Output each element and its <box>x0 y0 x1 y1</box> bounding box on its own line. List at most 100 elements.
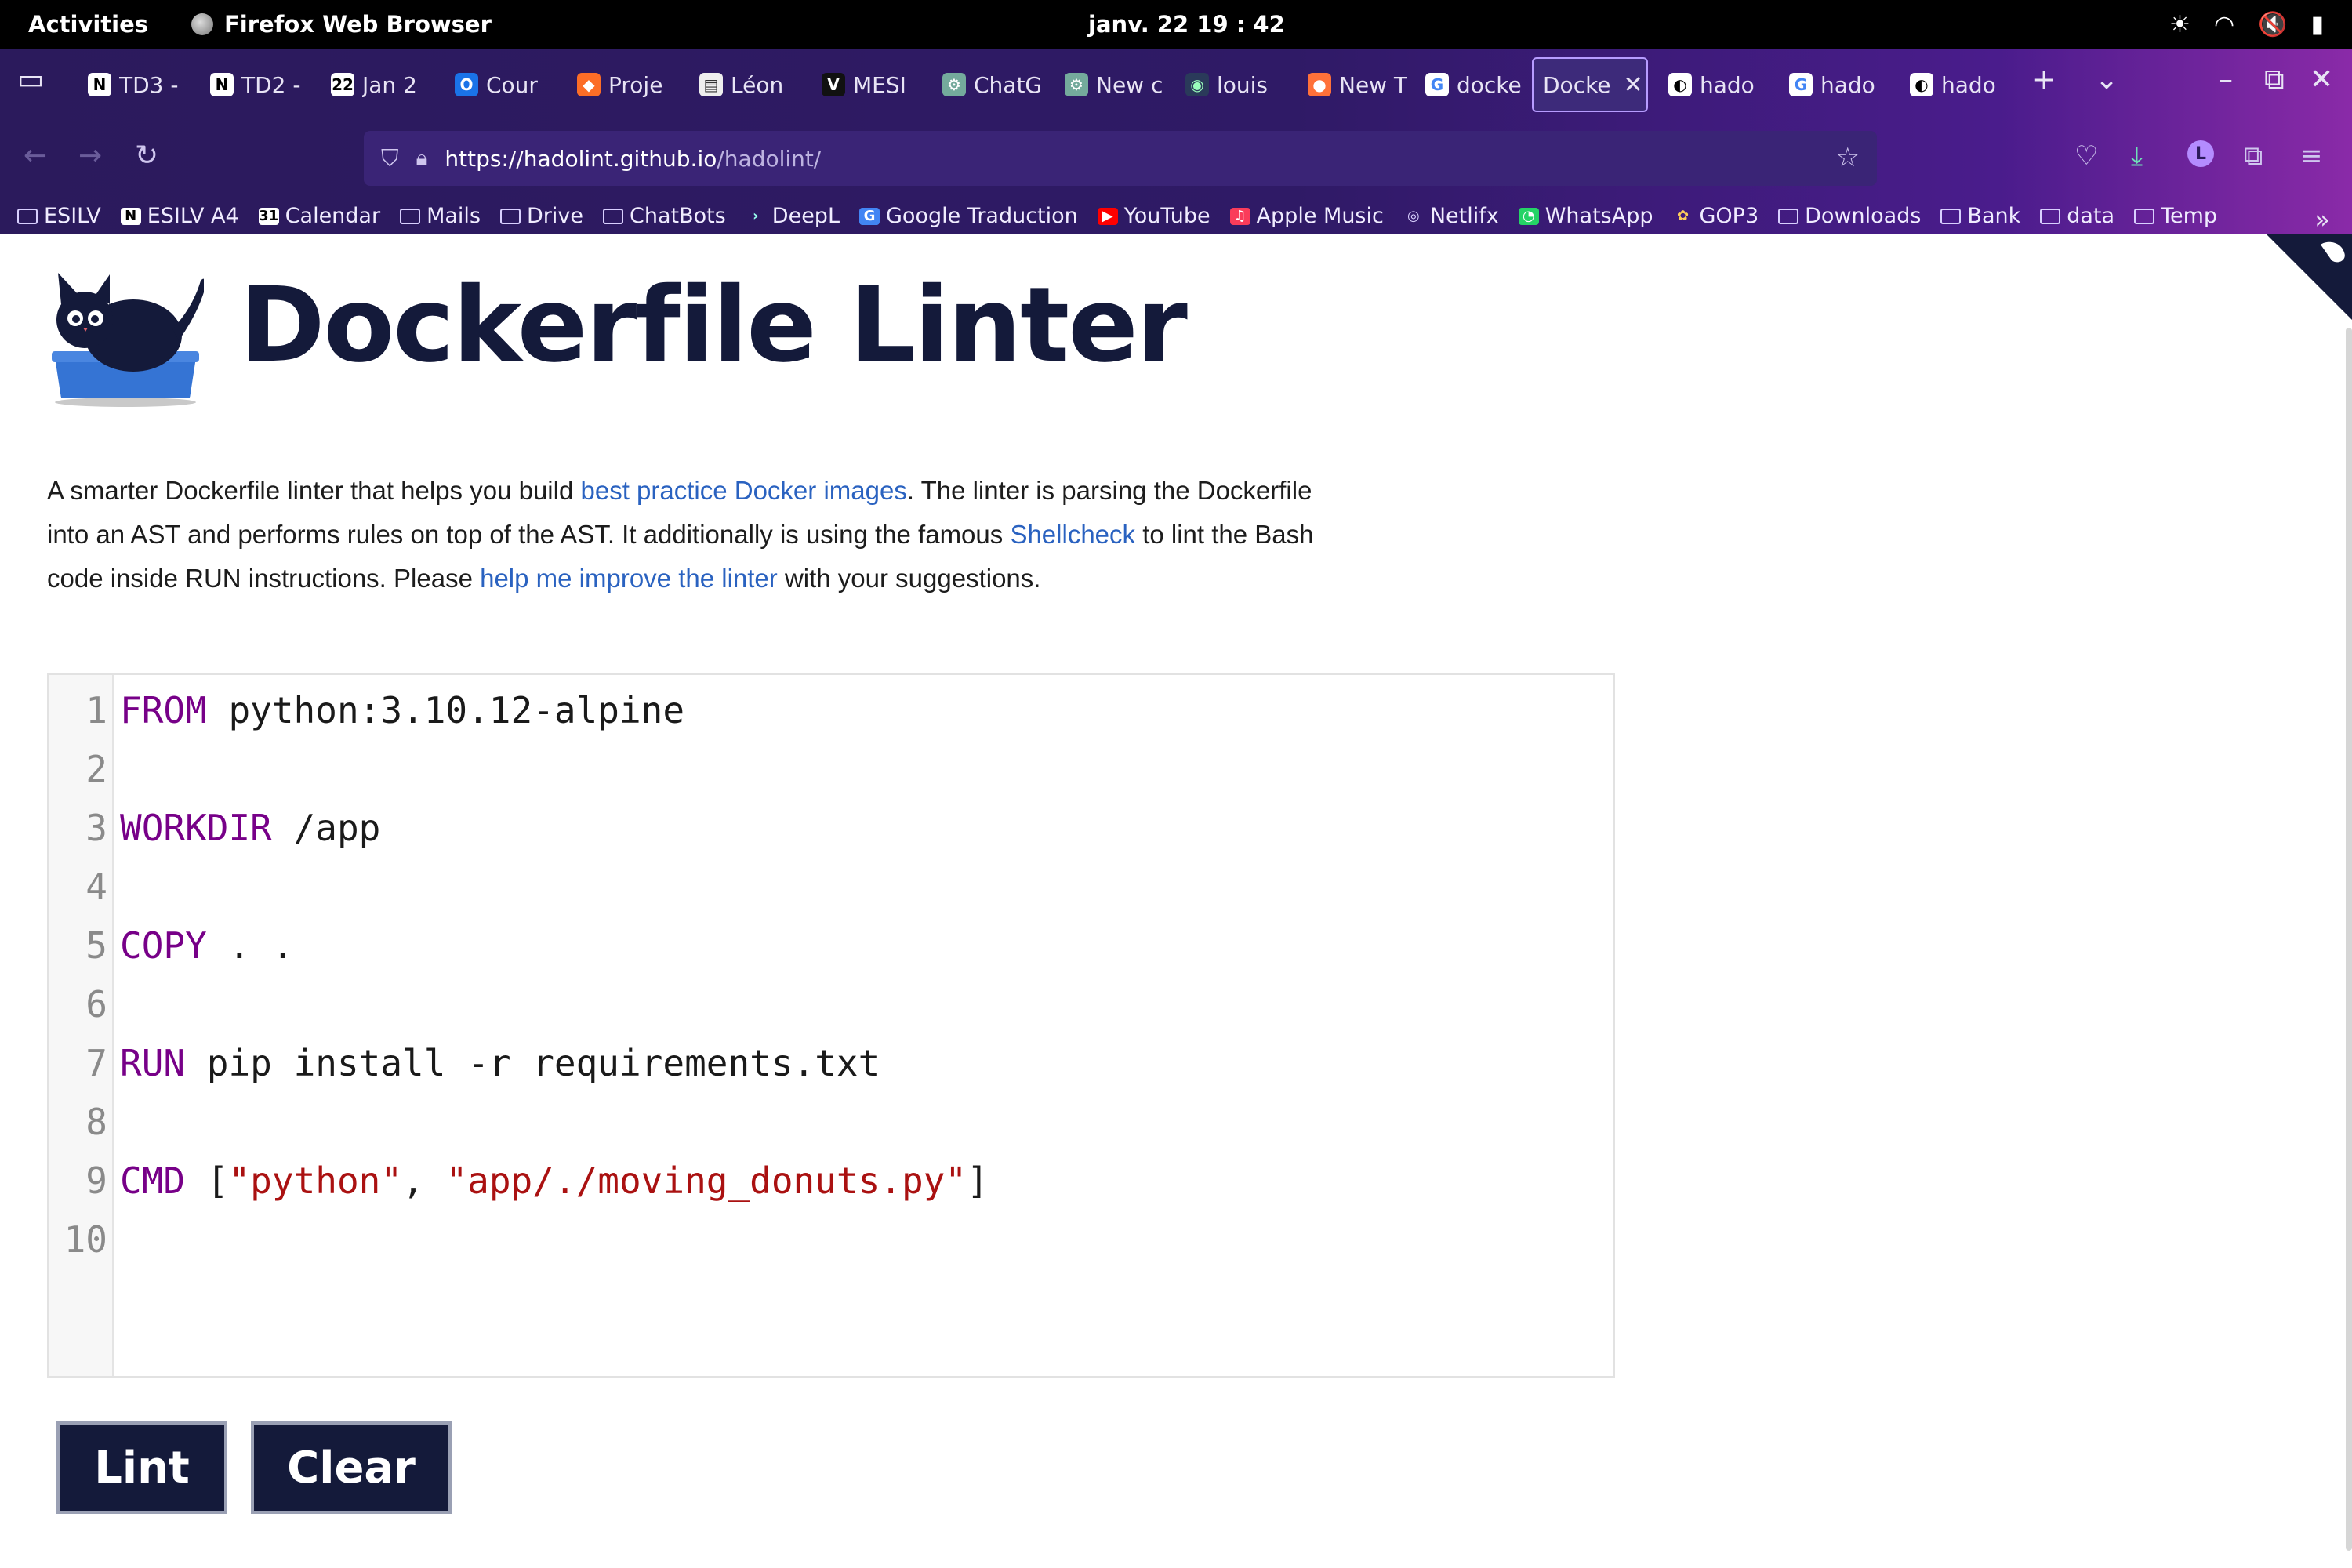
restore-icon[interactable]: ⧉ <box>2264 64 2285 96</box>
bookmark-3[interactable]: 31 Calendar <box>258 204 381 228</box>
tab-label: Léon <box>731 71 784 98</box>
lint-button[interactable]: Lint <box>56 1421 227 1514</box>
bookmark-label: Calendar <box>285 204 381 228</box>
line-number: 4 <box>85 866 107 908</box>
bookmark-5[interactable]: Drive <box>500 204 583 228</box>
tab-5[interactable]: ◆ Proje <box>568 57 677 112</box>
tab-1[interactable]: N TD3 - <box>78 57 188 112</box>
calendar-icon: 22 <box>331 73 354 96</box>
back-icon[interactable]: ← <box>24 140 47 172</box>
line-number: 7 <box>85 1042 107 1084</box>
v-icon: V <box>822 73 845 96</box>
tab-4[interactable]: O Cour <box>445 57 555 112</box>
clear-button[interactable]: Clear <box>251 1421 452 1514</box>
tab-10[interactable]: ◉ louis <box>1176 57 1286 112</box>
folder-icon <box>17 208 38 224</box>
bookmark-7[interactable]: › DeepL <box>746 204 840 228</box>
folder-icon <box>2040 208 2061 224</box>
tab-overview-icon[interactable]: ▭ <box>17 64 44 96</box>
bookmark-label: YouTube <box>1123 204 1210 228</box>
menu-icon[interactable]: ≡ <box>2300 140 2323 172</box>
code-keyword: FROM <box>120 689 207 731</box>
outlook-icon: O <box>455 73 478 96</box>
shield-icon[interactable]: ⛉ <box>381 145 399 172</box>
clock[interactable]: janv. 22 19 : 42 <box>1088 11 1285 38</box>
list-all-tabs-icon[interactable]: ⌄ <box>2095 64 2118 96</box>
tab-16[interactable]: ◐ hado <box>1900 57 2010 112</box>
bookmark-4[interactable]: Mails <box>400 204 481 228</box>
close-window-icon[interactable]: ✕ <box>2310 64 2333 96</box>
notion-icon: N <box>120 207 141 225</box>
shellcheck-link[interactable]: Shellcheck <box>1010 520 1135 549</box>
bookmark-11[interactable]: ◎ Netlifx <box>1403 204 1499 228</box>
browser-chrome: ▭ N TD3 - N TD2 - 22 Jan 2 O Cour ◆ Proje ▤ Léon V ME… <box>0 49 2352 234</box>
account-avatar[interactable]: L <box>2187 140 2214 167</box>
forward-icon[interactable]: → <box>78 140 102 172</box>
github-corner-icon[interactable] <box>2266 234 2352 320</box>
minimize-icon[interactable]: – <box>2219 64 2233 96</box>
code-line[interactable]: CMD ["python", "app/./moving_donuts.py"] <box>120 1160 989 1202</box>
bookmark-13[interactable]: ✿ GOP3 <box>1673 204 1759 228</box>
reload-icon[interactable]: ↻ <box>135 140 158 172</box>
bookmark-1[interactable]: ESILV <box>17 204 101 228</box>
github-icon: ◐ <box>1910 73 1933 96</box>
downloads-icon[interactable]: ⤓ <box>2131 140 2143 172</box>
tab-label: louis <box>1217 71 1269 98</box>
tab-label: TD3 - <box>119 71 179 98</box>
tab-label: docke <box>1457 71 1522 98</box>
system-tray[interactable]: ☀ ◠ 🔇 ▮ <box>2169 11 2324 38</box>
bookmark-6[interactable]: ChatBots <box>603 204 726 228</box>
gop3-icon: ✿ <box>1676 208 1690 224</box>
bookmark-15[interactable]: Bank <box>1940 204 2020 228</box>
line-number-gutter: 1 2 3 4 5 6 7 8 9 10 <box>49 675 114 1376</box>
code-line[interactable]: RUN pip install -r requirements.txt <box>120 1042 880 1084</box>
app-menu[interactable]: Firefox Web Browser <box>191 11 492 38</box>
close-tab-icon[interactable]: ✕ <box>1624 71 1643 99</box>
code-line[interactable]: FROM python:3.10.12-alpine <box>120 689 684 731</box>
page-scrollbar[interactable] <box>2346 328 2352 1551</box>
bookmark-14[interactable]: Downloads <box>1778 204 1921 228</box>
tab-label: Cour <box>486 71 538 98</box>
tab-14[interactable]: ◐ hado <box>1659 57 1769 112</box>
bookmark-star-icon[interactable]: ☆ <box>1836 142 1860 173</box>
line-number: 5 <box>85 924 107 967</box>
lock-icon[interactable]: 🔒︎ <box>416 145 428 172</box>
code-line[interactable]: WORKDIR /app <box>120 807 380 849</box>
chevron-more-icon[interactable]: » <box>2314 205 2330 234</box>
tab-9[interactable]: ⚙ New c <box>1055 57 1165 112</box>
pocket-icon[interactable]: ♡ <box>2074 140 2098 172</box>
tab-6[interactable]: ▤ Léon <box>690 57 800 112</box>
bookmark-12[interactable]: ◔ WhatsApp <box>1518 204 1653 228</box>
help-improve-link[interactable]: help me improve the linter <box>480 564 778 593</box>
line-number: 2 <box>85 748 107 790</box>
url-bar[interactable]: ⛉ 🔒︎ https://hadolint.github.io/hadolint… <box>364 131 1877 186</box>
tab-label: MESI <box>853 71 906 98</box>
volume-muted-icon: 🔇 <box>2258 11 2288 38</box>
best-practice-link[interactable]: best practice Docker images <box>580 476 906 505</box>
bookmark-17[interactable]: Temp <box>2134 204 2217 228</box>
nav-bar: ← → ↻ ⛉ 🔒︎ https://hadolint.github.io/ha… <box>0 120 2352 198</box>
tab-13[interactable]: Docke ✕ <box>1532 57 1648 112</box>
bookmark-10[interactable]: ♫ Apple Music <box>1229 204 1384 228</box>
tab-12[interactable]: Gdocke <box>1416 57 1526 112</box>
tab-7[interactable]: V MESI <box>812 57 922 112</box>
extensions-icon[interactable]: ⧉ <box>2244 140 2263 172</box>
code-line[interactable]: COPY . . <box>120 924 294 967</box>
activities-button[interactable]: Activities <box>28 11 148 38</box>
dockerfile-editor[interactable]: 1 2 3 4 5 6 7 8 9 10 FROM python:3.10.12-alpine WO… <box>47 673 1615 1378</box>
bookmark-2[interactable]: N ESILV A4 <box>120 204 239 228</box>
tab-2[interactable]: N TD2 - <box>201 57 310 112</box>
tab-11[interactable]: ● New T <box>1298 57 1408 112</box>
line-number: 9 <box>85 1160 107 1202</box>
bookmark-16[interactable]: data <box>2040 204 2114 228</box>
new-tab-button[interactable]: + <box>2032 64 2056 96</box>
tab-8[interactable]: ⚙ ChatG <box>933 57 1043 112</box>
intro-paragraph: A smarter Dockerfile linter that helps y… <box>47 469 1348 601</box>
tab-3[interactable]: 22 Jan 2 <box>321 57 431 112</box>
tab-label: TD2 - <box>241 71 301 98</box>
bookmark-8[interactable]: G Google Traduction <box>859 204 1078 228</box>
url-text[interactable]: https://hadolint.github.io/hadolint/ <box>445 146 821 172</box>
firefox-icon <box>191 13 213 35</box>
bookmark-9[interactable]: ▶ YouTube <box>1097 204 1210 228</box>
tab-15[interactable]: Ghado <box>1780 57 1889 112</box>
